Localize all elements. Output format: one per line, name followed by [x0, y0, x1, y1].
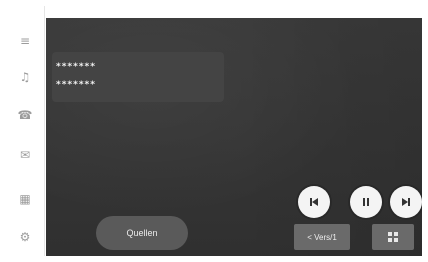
- skip-next-icon: [402, 198, 410, 206]
- media-screen: ******* ******* Quellen < Vers/1: [46, 18, 422, 256]
- screen-shade: [232, 18, 422, 256]
- head-unit-frame: ≡ ♫ ☎ ✉ ▦ ⚙ ******* ******* Quellen < Ve…: [6, 6, 422, 256]
- grid-icon: [388, 232, 398, 242]
- skip-next-button[interactable]: [390, 186, 422, 218]
- track-title: *******: [56, 62, 96, 72]
- apps-grid-icon[interactable]: ▦: [14, 188, 36, 210]
- music-note-icon[interactable]: ♫: [14, 66, 36, 88]
- skip-previous-icon: [310, 198, 318, 206]
- phone-icon[interactable]: ☎: [14, 104, 36, 126]
- skip-previous-button[interactable]: [298, 186, 330, 218]
- track-artist: *******: [56, 80, 96, 90]
- grid-view-button[interactable]: [372, 224, 414, 250]
- message-icon[interactable]: ✉: [14, 144, 36, 166]
- pause-icon: [363, 198, 369, 206]
- settings-gear-icon[interactable]: ⚙: [14, 226, 36, 248]
- track-info-panel: ******* *******: [52, 52, 224, 102]
- source-button-label: Quellen: [126, 228, 158, 238]
- menu-icon[interactable]: ≡: [14, 30, 36, 52]
- source-button[interactable]: Quellen: [96, 216, 188, 250]
- version-button[interactable]: < Vers/1: [294, 224, 350, 250]
- pause-button[interactable]: [350, 186, 382, 218]
- version-button-label: < Vers/1: [307, 232, 337, 242]
- sidebar: ≡ ♫ ☎ ✉ ▦ ⚙: [6, 6, 45, 256]
